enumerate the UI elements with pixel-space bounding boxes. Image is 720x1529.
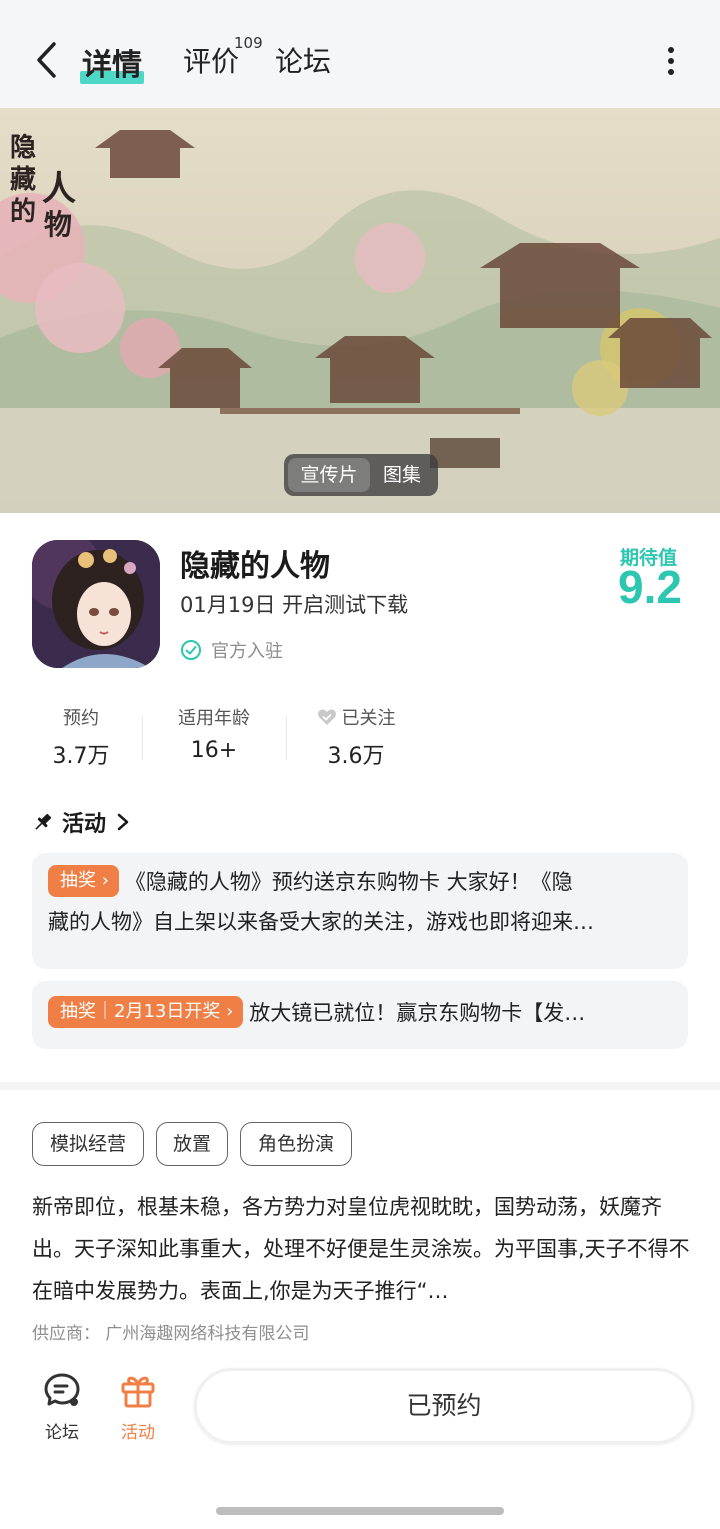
genre-tag[interactable]: 模拟经营 — [32, 1122, 144, 1166]
tab-review[interactable]: 评价 — [183, 40, 239, 80]
svg-text:的: 的 — [10, 196, 36, 227]
home-indicator[interactable] — [216, 1507, 504, 1515]
supplier-info: 供应商： 广州海趣网络科技有限公司 — [32, 1324, 310, 1344]
svg-text:物: 物 — [44, 208, 72, 241]
bottom-forum-button[interactable]: 论坛 — [32, 1370, 92, 1443]
official-badge: 官方入驻 — [180, 637, 283, 663]
stat-age-rating: 适用年龄 16+ — [164, 704, 264, 763]
banner-artwork: 隐 藏 的 人 物 — [0, 108, 720, 513]
character-portrait-icon — [32, 540, 160, 668]
bottom-activity-button[interactable]: 活动 — [108, 1370, 168, 1443]
official-label: 官方入驻 — [211, 641, 283, 662]
stat-value: 3.6万 — [327, 744, 385, 769]
reserved-button[interactable]: 已预约 — [194, 1368, 694, 1444]
svg-text:藏: 藏 — [10, 165, 36, 195]
more-vertical-icon[interactable] — [658, 44, 684, 78]
stat-followers[interactable]: 已关注 3.6万 — [306, 704, 406, 770]
activities-title: 活动 — [62, 812, 107, 837]
game-description[interactable]: 新帝即位，根基未稳，各方势力对皇位虎视眈眈，国势动荡，妖魔齐出。天子深知此事重大… — [32, 1186, 692, 1312]
gift-icon — [121, 1376, 155, 1408]
stat-reservations: 预约 3.7万 — [40, 704, 122, 770]
stat-label: 预约 — [63, 708, 99, 729]
forum-label: 论坛 — [45, 1423, 79, 1443]
game-title: 隐藏的人物 — [180, 549, 330, 584]
activity-card[interactable]: 抽奖｜2月13日开奖 › 放大镜已就位！赢京东购物卡【发… — [32, 981, 688, 1049]
activity-title: 《隐藏的人物》预约送京东购物卡 大家好！《隐 — [124, 870, 573, 894]
review-count-badge: 109 — [234, 34, 263, 52]
divider — [286, 716, 287, 760]
tab-detail[interactable]: 详情 — [80, 40, 144, 84]
divider — [142, 716, 143, 760]
heart-icon — [317, 709, 336, 725]
activities-header[interactable]: 活动 — [32, 806, 130, 838]
lottery-tag: 抽奖 › — [48, 865, 119, 897]
genre-tag[interactable]: 角色扮演 — [240, 1122, 352, 1166]
chevron-right-icon — [117, 813, 129, 831]
media-tab-gallery[interactable]: 图集 — [370, 458, 434, 492]
stat-label: 已关注 — [341, 708, 396, 729]
genre-tag[interactable]: 放置 — [156, 1122, 228, 1166]
back-chevron-icon[interactable] — [30, 40, 64, 80]
stat-value: 16+ — [190, 738, 238, 763]
activity-label: 活动 — [121, 1423, 155, 1443]
tab-forum[interactable]: 论坛 — [275, 40, 331, 80]
pin-icon — [35, 813, 52, 830]
media-tab-trailer[interactable]: 宣传片 — [288, 458, 370, 492]
svg-text:隐: 隐 — [10, 133, 36, 163]
lottery-tag: 抽奖｜2月13日开奖 › — [48, 996, 244, 1028]
media-switch: 宣传片 图集 — [284, 454, 438, 496]
section-divider — [0, 1082, 720, 1090]
check-circle-icon — [181, 640, 201, 660]
promo-banner[interactable]: 隐 藏 的 人 物 宣传片 图集 — [0, 108, 720, 513]
stat-value: 3.7万 — [52, 744, 110, 769]
svg-text:人: 人 — [42, 169, 76, 209]
activity-card[interactable]: 抽奖 › 《隐藏的人物》预约送京东购物卡 大家好！《隐 藏的人物》自上架以来备受大… — [32, 853, 688, 969]
stat-label: 适用年龄 — [178, 708, 250, 729]
forum-chat-icon — [44, 1373, 80, 1406]
game-app-icon — [32, 540, 160, 668]
activity-excerpt: 藏的人物》自上架以来备受大家的关注，游戏也即将迎来… — [48, 910, 594, 934]
activity-title: 放大镜已就位！赢京东购物卡【发… — [249, 1001, 586, 1025]
top-nav-bar: 详情 评价 109 论坛 — [0, 0, 720, 108]
expect-score: 9.2 — [618, 561, 682, 613]
game-release-info: 01月19日 开启测试下载 — [180, 593, 409, 617]
